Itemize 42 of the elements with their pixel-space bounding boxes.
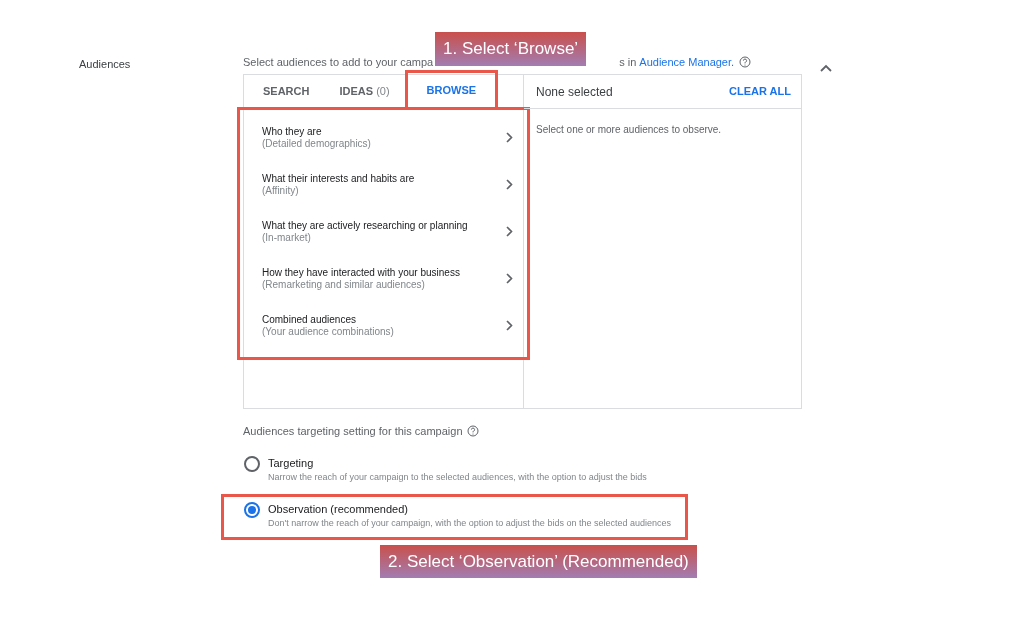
category-title: Combined audiences [262,313,357,326]
category-title: What they are actively researching or planning [262,219,469,232]
category-item[interactable]: Combined audiences (Your audience combinations) [262,302,513,349]
category-item[interactable]: Who they are (Detailed demographics) [262,114,513,161]
empty-message: Select one or more audiences to observe. [535,123,723,137]
chevron-right-icon [506,320,513,331]
category-title: What their interests and habits are [262,172,416,185]
chevron-right-icon [506,132,513,143]
tab[interactable]: IDEAS (0) [326,75,403,108]
radio-button[interactable] [244,455,260,472]
intro-text: s in [619,54,637,70]
category-item[interactable]: How they have interacted with your business (Remarketing and similar audiences) [262,255,513,302]
chevron-icon[interactable] [820,63,832,72]
category-subtitle: (In-market) [262,231,312,244]
help-icon[interactable] [739,56,752,68]
section-label: Audiences [79,58,131,70]
clear-all-button[interactable]: CLEAR ALL [729,83,791,100]
category-item[interactable]: What their interests and habits are (Affinity) [262,161,513,208]
option-label: Targeting [268,455,315,471]
category-subtitle: (Your audience combinations) [262,325,395,338]
option-label: Observation (recommended) [268,501,409,517]
chevron-right-icon [506,226,513,237]
chevron-right-icon [506,179,513,190]
category-title: Who they are [262,125,323,138]
audience-manager-link[interactable]: Audience Manager. [639,53,735,71]
selection-status: None selected [536,83,613,101]
category-subtitle: (Remarketing and similar audiences) [262,278,426,291]
category-subtitle: (Affinity) [262,184,300,197]
option-description: Narrow the reach of your campaign to the selected audiences, with the option to adjust the bids [268,471,647,484]
callout-banner: 2. Select ‘Observation’ (Recommended) [380,544,697,578]
radio-button[interactable] [244,501,260,518]
help-icon[interactable] [466,425,479,438]
category-subtitle: (Detailed demographics) [262,137,372,150]
category-title: How they have interacted with your business [262,266,461,279]
option-description: Don't narrow the reach of your campaign, with the option to adjust the bids on the selected audiences [268,517,671,530]
callout-banner: 1. Select ‘Browse’ [435,32,587,66]
tab[interactable]: SEARCH [250,75,323,108]
tab[interactable]: BROWSE [406,72,497,108]
setting-label: Audiences targeting setting for this campaign [243,424,463,439]
intro-text: Select audiences to add to your campa [243,54,434,70]
category-item[interactable]: What they are actively researching or planning (In-market) [262,208,513,255]
chevron-right-icon [506,273,513,284]
